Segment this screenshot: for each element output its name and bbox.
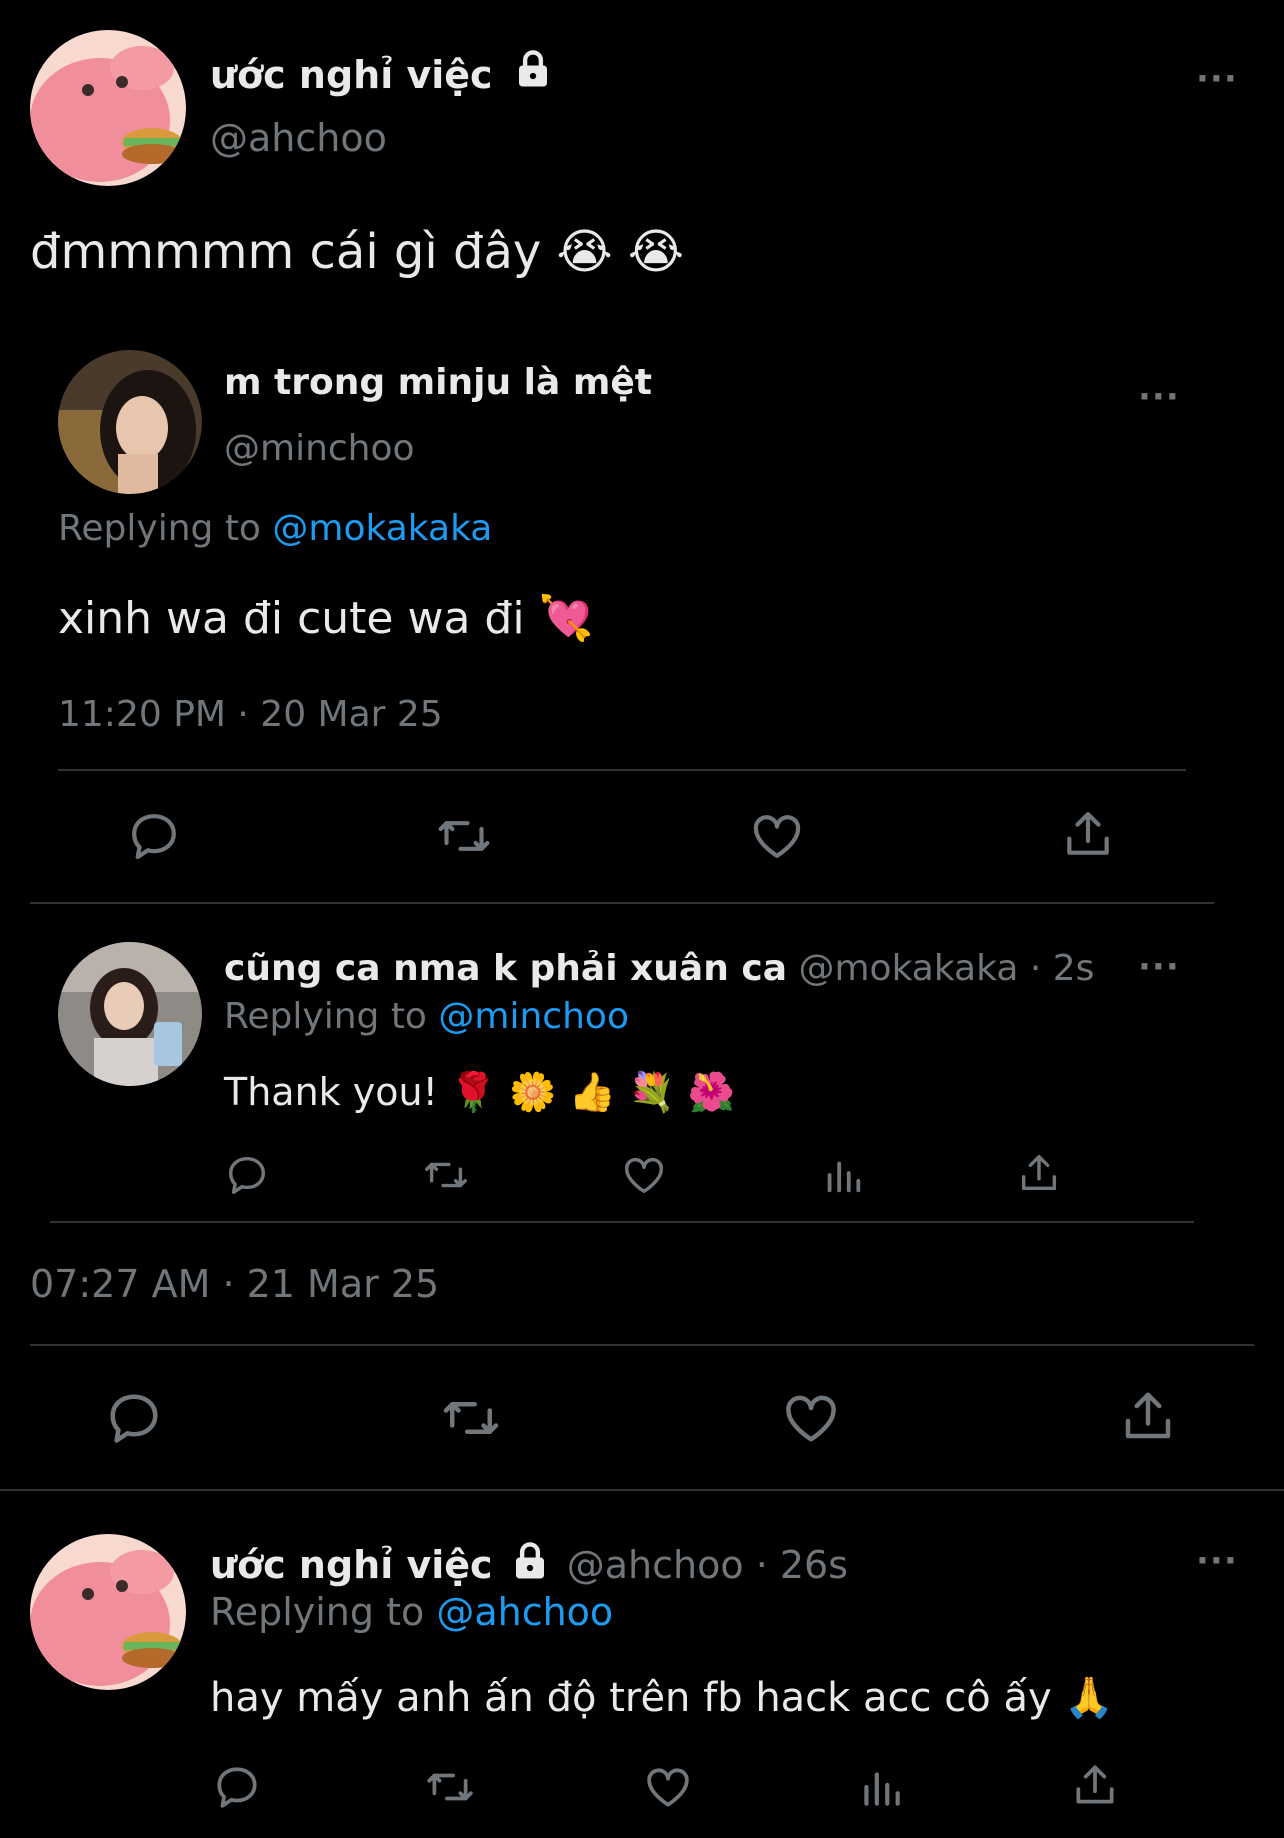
- reply-button[interactable]: [224, 1152, 270, 1198]
- retweet-icon: [427, 1773, 473, 1801]
- lock-icon: [509, 1540, 551, 1591]
- replying-to-link[interactable]: @mokakaka: [272, 508, 492, 549]
- main-display-name-text: ước nghỉ việc: [210, 53, 493, 97]
- share-button[interactable]: [1070, 1760, 1120, 1810]
- more-icon[interactable]: ···: [1138, 380, 1180, 414]
- share-button[interactable]: [1118, 1386, 1178, 1446]
- like-icon: [786, 1395, 836, 1442]
- quoted-display-name[interactable]: m trong minju là mệt: [224, 362, 652, 403]
- retweet-button[interactable]: [422, 1762, 478, 1812]
- like-button[interactable]: [642, 1762, 694, 1812]
- main-tweet-text: đmmmmm cái gì đây 😭 😭: [30, 224, 684, 280]
- quoted-tweet-text: xinh wa đi cute wa đi 💘: [58, 593, 594, 644]
- avatar-ahchoo[interactable]: [30, 1534, 186, 1690]
- more-icon[interactable]: ···: [1196, 62, 1238, 96]
- views-icon: [827, 1161, 861, 1193]
- divider: [0, 1489, 1284, 1491]
- main-handle[interactable]: @ahchoo: [210, 116, 387, 160]
- share-icon: [1021, 1154, 1057, 1191]
- avatar-ahchoo[interactable]: [30, 30, 186, 186]
- quoted-handle[interactable]: @minchoo: [224, 428, 415, 469]
- divider: [30, 1344, 1254, 1346]
- reply-icon: [132, 814, 176, 860]
- reply-icon: [228, 1156, 266, 1194]
- replying-prefix: Replying to: [58, 508, 261, 549]
- quoted-replying-to: Replying to @mokakaka: [58, 508, 492, 549]
- quoted-timestamp[interactable]: 11:20 PM · 20 Mar 25: [58, 694, 443, 735]
- quoted-reply-display-name[interactable]: cũng ca nma k phải xuân ca: [224, 948, 787, 989]
- divider: [58, 769, 1186, 771]
- reply-handle[interactable]: @ahchoo: [567, 1543, 744, 1587]
- lock-icon: [512, 48, 554, 99]
- like-button[interactable]: [748, 808, 806, 864]
- share-button[interactable]: [1016, 1150, 1062, 1196]
- views-button[interactable]: [856, 1762, 906, 1812]
- replying-prefix: Replying to: [224, 996, 427, 1037]
- views-button[interactable]: [820, 1152, 866, 1198]
- retweet-icon: [443, 1402, 499, 1434]
- share-icon: [1067, 812, 1109, 855]
- main-display-name[interactable]: ước nghỉ việc: [210, 48, 554, 99]
- quoted-reply-replying-to: Replying to @minchoo: [224, 996, 629, 1037]
- more-icon[interactable]: ···: [1138, 950, 1180, 984]
- retweet-button[interactable]: [420, 1152, 472, 1198]
- divider: [50, 1221, 1194, 1223]
- reply-header: ước nghỉ việc @ahchoo · 26s: [210, 1540, 848, 1591]
- reply-text: hay mấy anh ấn độ trên fb hack acc cô ấy…: [210, 1675, 1115, 1721]
- replying-to-link[interactable]: @minchoo: [438, 996, 629, 1037]
- reply-icon: [110, 1394, 158, 1443]
- like-button[interactable]: [780, 1388, 842, 1448]
- like-icon: [625, 1157, 663, 1194]
- views-icon: [864, 1772, 900, 1806]
- more-icon[interactable]: ···: [1196, 1544, 1238, 1578]
- reply-button[interactable]: [126, 808, 182, 864]
- avatar-minchoo[interactable]: [58, 350, 202, 494]
- reply-icon: [217, 1767, 257, 1808]
- reply-display-name[interactable]: ước nghỉ việc: [210, 1543, 493, 1587]
- quoted-reply-text: Thank you! 🌹 🌼 👍 💐 🌺: [224, 1070, 735, 1114]
- like-button[interactable]: [620, 1152, 668, 1198]
- reply-replying-to: Replying to @ahchoo: [210, 1590, 613, 1634]
- retweet-button[interactable]: [434, 808, 494, 864]
- reply-time[interactable]: · 26s: [756, 1543, 848, 1587]
- divider: [30, 902, 1214, 904]
- retweet-button[interactable]: [438, 1388, 504, 1448]
- share-icon: [1076, 1765, 1114, 1804]
- avatar-mokakaka[interactable]: [58, 942, 202, 1086]
- retweet-icon: [438, 821, 490, 851]
- like-icon: [753, 815, 801, 858]
- main-timestamp[interactable]: 07:27 AM · 21 Mar 25: [30, 1262, 439, 1306]
- like-icon: [647, 1768, 689, 1807]
- quoted-reply-handle[interactable]: @mokakaka: [798, 948, 1018, 989]
- retweet-icon: [425, 1162, 467, 1188]
- reply-button[interactable]: [212, 1762, 262, 1812]
- quoted-reply-header: cũng ca nma k phải xuân ca @mokakaka · 2…: [224, 948, 1094, 989]
- reply-button[interactable]: [104, 1388, 164, 1448]
- replying-prefix: Replying to: [210, 1590, 425, 1634]
- quoted-reply-time[interactable]: · 2s: [1030, 948, 1095, 989]
- share-button[interactable]: [1060, 806, 1116, 862]
- replying-to-link[interactable]: @ahchoo: [436, 1590, 613, 1634]
- share-icon: [1125, 1392, 1171, 1439]
